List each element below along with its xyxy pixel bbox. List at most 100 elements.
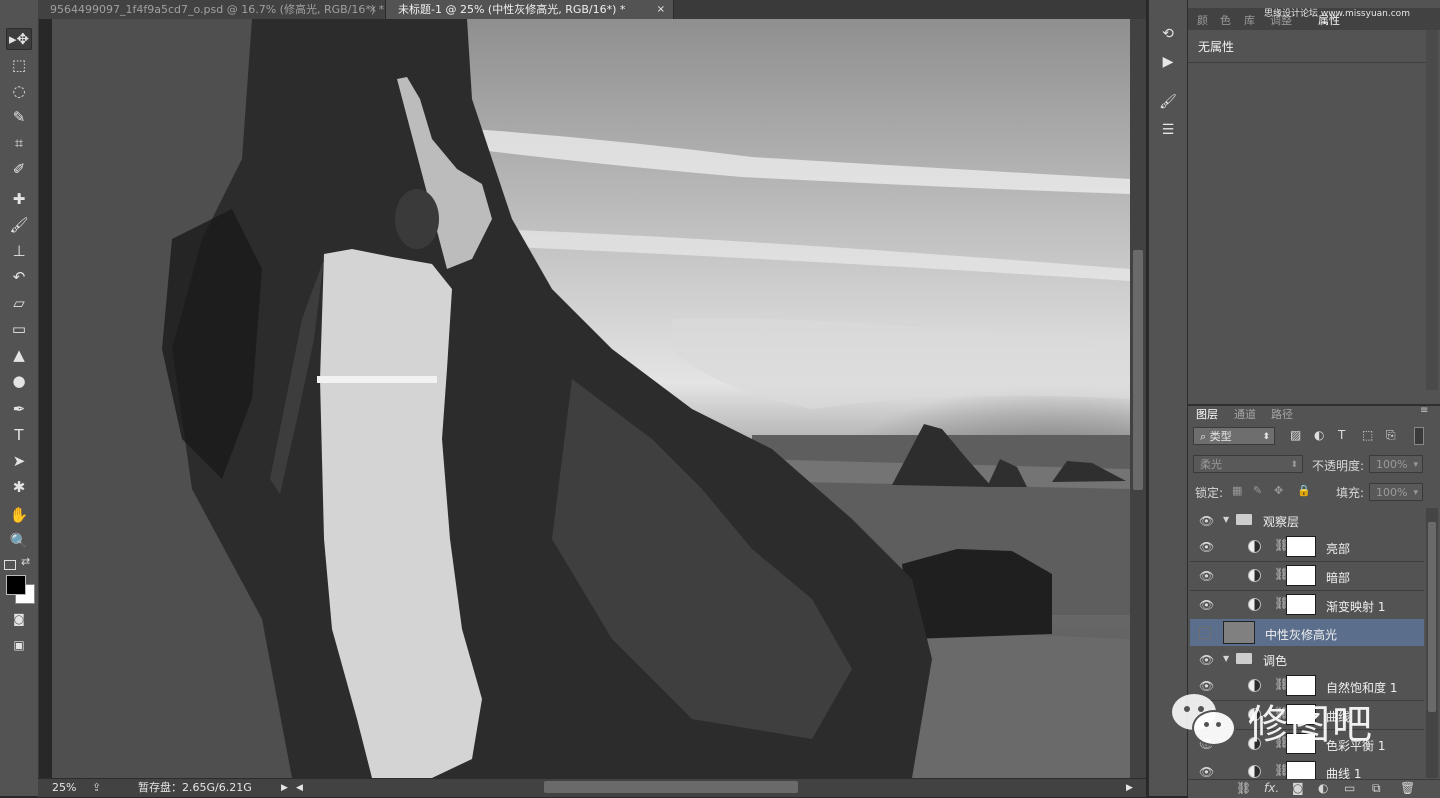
crop-tool-icon[interactable]: ⌗ (6, 132, 32, 154)
default-colors-icon[interactable] (4, 560, 16, 570)
layer-row[interactable]: 👁 ⛓ 暗部 (1190, 562, 1424, 591)
lasso-tool-icon[interactable]: ◌ (6, 80, 32, 102)
chevron-down-icon: ▾ (1413, 488, 1418, 498)
tab-layers[interactable]: 图层 (1196, 406, 1218, 422)
layer-row-selected[interactable]: 中性灰修高光 (1190, 619, 1424, 648)
filter-shape-icon[interactable]: ⬚ (1362, 428, 1373, 442)
export-icon[interactable]: ⇪ (92, 779, 101, 797)
layer-mask-thumbnail[interactable] (1286, 565, 1316, 586)
layer-thumbnail[interactable] (1223, 621, 1255, 644)
tab-swatches[interactable]: 色 (1220, 12, 1231, 28)
history-icon[interactable]: ⟲ (1155, 22, 1181, 46)
zoom-level[interactable]: 25% (52, 779, 76, 797)
hand-tool-icon[interactable]: ✋ (6, 504, 32, 526)
canvas-vertical-scroll-thumb[interactable] (1133, 250, 1143, 490)
expand-arrow-icon[interactable]: ▼ (1223, 654, 1229, 663)
layer-mask-thumbnail[interactable] (1286, 594, 1316, 615)
blur-tool-icon[interactable]: ▲ (6, 344, 32, 366)
blend-mode-select[interactable]: 柔光 ⬍ (1193, 455, 1303, 473)
type-tool-icon[interactable]: T (6, 424, 32, 446)
brush-presets-icon[interactable]: 🖌 (1155, 90, 1181, 114)
lock-all-icon[interactable]: 🔒 (1297, 484, 1311, 497)
fill-field[interactable]: 100% ▾ (1369, 483, 1423, 501)
fill-value: 100% (1376, 486, 1408, 499)
close-tab-icon[interactable]: × (369, 0, 377, 19)
layer-name: 曲线 1 (1326, 767, 1362, 780)
pen-tool-icon[interactable]: ✒ (6, 398, 32, 420)
document-canvas[interactable] (52, 19, 1130, 778)
adjustment-layer-icon (1248, 679, 1261, 692)
status-menu-arrow-icon[interactable]: ▶ (281, 779, 288, 797)
foreground-color-swatch[interactable] (6, 575, 26, 595)
quick-selection-icon[interactable]: ✎ (6, 106, 32, 128)
tab-color[interactable]: 颜 (1197, 12, 1208, 28)
opacity-field[interactable]: 100% ▾ (1369, 455, 1423, 473)
eye-icon[interactable]: 👁 (1199, 514, 1214, 528)
gradient-tool-icon[interactable]: ▭ (6, 318, 32, 340)
eraser-icon[interactable]: ▱ (6, 292, 32, 314)
filter-type-icon[interactable]: T (1338, 428, 1345, 442)
filter-pixel-icon[interactable]: ▨ (1290, 428, 1301, 442)
layer-row[interactable]: 👁 ⛓ 渐变映射 1 (1190, 591, 1424, 620)
layer-group-row[interactable]: 👁 ▼ 调色 (1190, 646, 1424, 675)
lock-image-icon[interactable]: ✎ (1253, 484, 1262, 497)
eyedropper-icon[interactable]: ✐ (6, 158, 32, 180)
eye-icon[interactable]: 👁 (1199, 540, 1214, 554)
clone-stamp-icon[interactable]: ⊥ (6, 240, 32, 262)
tab-paths[interactable]: 路径 (1271, 406, 1293, 422)
scroll-left-icon[interactable]: ◀ (296, 779, 303, 797)
eye-icon[interactable]: 👁 (1199, 598, 1214, 612)
layer-mask-thumbnail[interactable] (1286, 536, 1316, 557)
healing-brush-icon[interactable]: ✚ (6, 188, 32, 210)
swap-colors-icon[interactable]: ⇄ (21, 555, 30, 568)
zoom-tool-icon[interactable]: 🔍 (6, 530, 32, 552)
path-selection-icon[interactable]: ➤ (6, 450, 32, 472)
screen-mode-icon[interactable]: ▣ (6, 634, 32, 656)
layer-row[interactable]: 👁 ⛓ 曲线 1 (1190, 758, 1424, 780)
properties-scrollbar[interactable] (1426, 30, 1438, 390)
lock-transparent-icon[interactable]: ▦ (1232, 484, 1242, 497)
layers-scroll-thumb[interactable] (1428, 522, 1436, 712)
move-tool-icon[interactable]: ▸✥ (6, 28, 32, 50)
scroll-right-icon[interactable]: ▶ (1126, 779, 1133, 797)
eye-icon[interactable]: 👁 (1199, 653, 1214, 667)
adjustment-layer-icon (1248, 765, 1261, 778)
custom-shape-icon[interactable]: ✱ (6, 476, 32, 498)
tab-channels[interactable]: 通道 (1234, 406, 1256, 422)
properties-panel-tabs: 颜 色 库 调整 属性 思缘设计论坛 www.missyuan.com (1188, 8, 1440, 30)
tab-document-1[interactable]: 9564499097_1f4f9a5cd7_o.psd @ 16.7% (修高光… (38, 0, 386, 19)
eye-icon[interactable]: 👁 (1199, 765, 1214, 779)
layer-mask-thumbnail[interactable] (1286, 761, 1316, 779)
tab-document-2[interactable]: 未标题-1 @ 25% (中性灰修高光, RGB/16*) * × (386, 0, 674, 19)
delete-layer-icon[interactable]: 🗑 (1400, 781, 1415, 795)
canvas-horizontal-scroll-thumb[interactable] (544, 781, 798, 793)
dodge-tool-icon[interactable]: ● (6, 370, 32, 392)
brush-settings-icon[interactable]: ☰ (1155, 118, 1181, 142)
visibility-toggle[interactable] (1199, 627, 1211, 639)
link-layers-icon[interactable]: ⛓ (1236, 781, 1251, 795)
layer-style-icon[interactable]: fx. (1264, 781, 1279, 795)
add-mask-icon[interactable]: ◙ (1292, 781, 1304, 795)
quick-mask-icon[interactable]: ◙ (6, 608, 32, 630)
new-adjustment-layer-icon[interactable]: ◐ (1318, 781, 1328, 795)
tab-libraries[interactable]: 库 (1244, 12, 1255, 28)
actions-play-icon[interactable]: ▶ (1155, 50, 1181, 74)
cloud-shape (492, 229, 1130, 281)
marquee-tool-icon[interactable]: ⬚ (6, 54, 32, 76)
lock-position-icon[interactable]: ✥ (1274, 484, 1283, 497)
layer-group-row[interactable]: 👁 ▼ 观察层 (1190, 507, 1424, 536)
brush-tool-icon[interactable]: 🖌 (6, 214, 32, 236)
panel-menu-icon[interactable]: ≡ (1420, 405, 1428, 416)
filter-adjustment-icon[interactable]: ◐ (1314, 428, 1324, 442)
filter-toggle-icon[interactable] (1414, 427, 1424, 445)
layer-filter-select[interactable]: ⌕ 类型 ⬍ (1193, 427, 1275, 445)
new-layer-icon[interactable]: ⧉ (1372, 781, 1381, 796)
history-brush-icon[interactable]: ↶ (6, 266, 32, 288)
folder-icon (1236, 514, 1252, 525)
filter-smart-object-icon[interactable]: ⎘ (1386, 428, 1396, 443)
eye-icon[interactable]: 👁 (1199, 569, 1214, 583)
close-tab-icon[interactable]: × (657, 0, 665, 19)
new-group-icon[interactable]: ▭ (1344, 781, 1355, 795)
expand-arrow-icon[interactable]: ▼ (1223, 515, 1229, 524)
layer-row[interactable]: 👁 ⛓ 亮部 (1190, 533, 1424, 562)
